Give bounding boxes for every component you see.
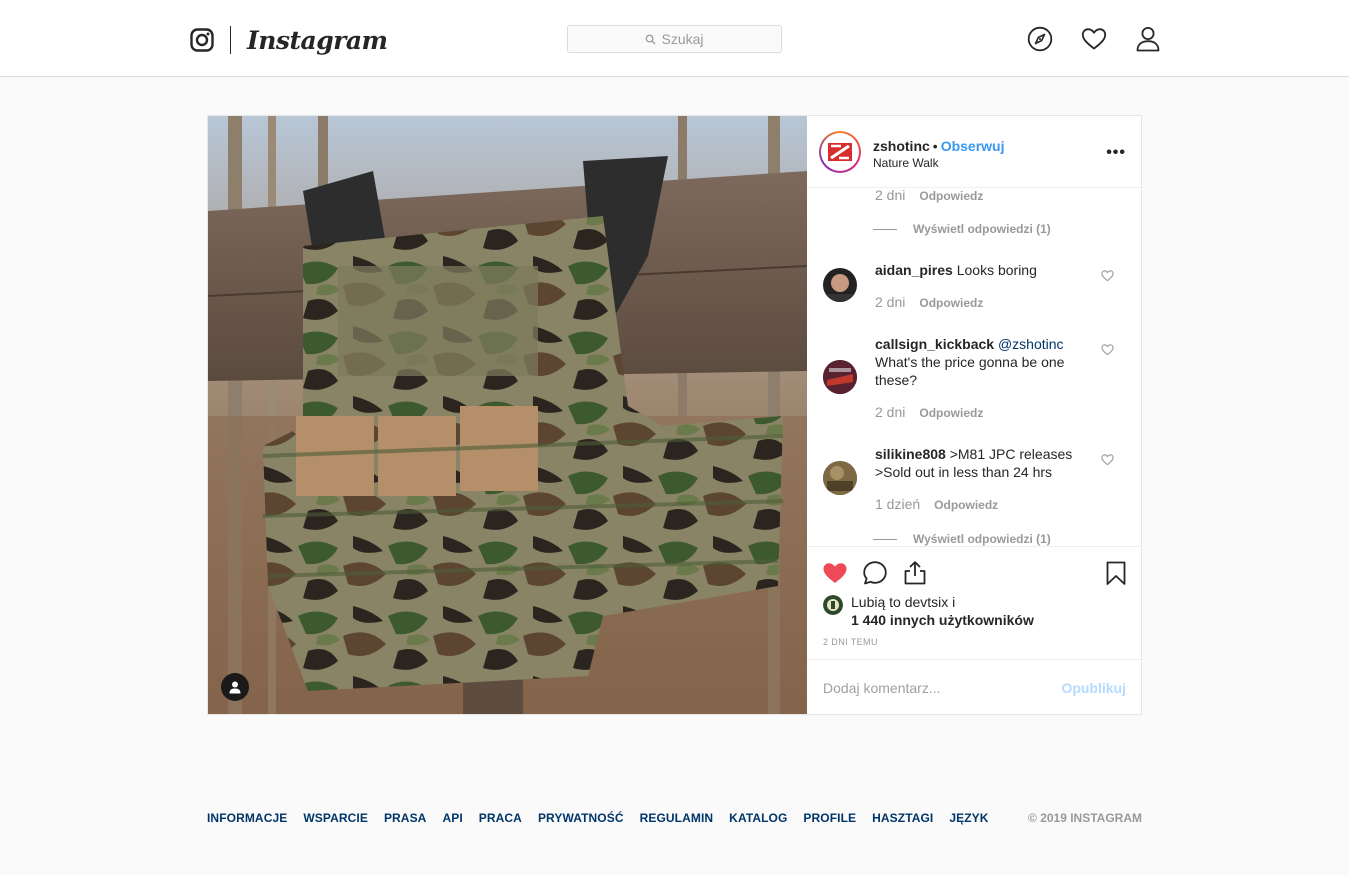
search-input[interactable]: Szukaj <box>567 25 782 53</box>
footer-link-hasztagi[interactable]: HASZTAGI <box>872 811 933 825</box>
author-avatar[interactable] <box>819 131 861 173</box>
comment-text: silikine808 >M81 JPC releases >Sold out … <box>875 445 1085 481</box>
comment-like-icon[interactable] <box>1101 343 1114 356</box>
liker-avatar[interactable] <box>823 595 843 615</box>
separator-dot: • <box>932 138 938 154</box>
user-tag-icon <box>229 681 241 693</box>
comment-time[interactable]: 2 dni <box>875 188 905 203</box>
instagram-glyph-icon[interactable] <box>190 28 214 52</box>
footer-link-jezyk[interactable]: JĘZYK <box>949 811 988 825</box>
comments-list[interactable]: 2 dni Odpowiedz Wyświetl odpowiedzi (1) a… <box>807 188 1142 546</box>
post-header: zshotinc • Obserwuj Nature Walk ••• <box>807 116 1142 188</box>
commenter-avatar[interactable] <box>823 360 857 394</box>
commenter-username[interactable]: aidan_pires <box>875 262 953 278</box>
view-replies-button[interactable]: Wyświetl odpowiedzi (1) <box>873 532 1051 546</box>
view-replies-button[interactable]: Wyświetl odpowiedzi (1) <box>873 222 1051 236</box>
comment-meta: 1 dzień Odpowiedz <box>875 496 998 512</box>
comment-meta: 2 dni Odpowiedz <box>875 404 983 420</box>
footer-link-prasa[interactable]: PRASA <box>384 811 427 825</box>
post-sidebar: zshotinc • Obserwuj Nature Walk ••• 2 dni O… <box>807 116 1142 714</box>
likes-count[interactable]: 1 440 innych użytkowników <box>851 612 1034 628</box>
publish-button[interactable]: Opublikuj <box>1061 680 1126 696</box>
commenter-username[interactable]: silikine808 <box>875 446 946 462</box>
comment-time[interactable]: 2 dni <box>875 294 905 310</box>
post-timestamp[interactable]: 2 DNI TEMU <box>823 637 878 647</box>
comment-bubble-icon[interactable] <box>862 560 888 586</box>
comment-like-icon[interactable] <box>1101 269 1114 282</box>
tagged-users-badge[interactable] <box>221 673 249 701</box>
footer-link-wsparcie[interactable]: WSPARCIE <box>303 811 368 825</box>
view-replies-label: Wyświetl odpowiedzi (1) <box>913 532 1051 546</box>
instagram-wordmark[interactable]: Instagram <box>247 26 388 55</box>
post-actions: Lubią to devtsix i 1 440 innych użytkown… <box>807 546 1142 659</box>
post-location[interactable]: Nature Walk <box>873 156 939 170</box>
footer-link-informacje[interactable]: INFORMACJE <box>207 811 287 825</box>
comment-time[interactable]: 1 dzień <box>875 496 920 512</box>
post-photo[interactable] <box>208 116 807 714</box>
replies-line <box>873 228 897 230</box>
replies-line <box>873 538 897 540</box>
commenter-avatar[interactable] <box>823 461 857 495</box>
reply-button[interactable]: Odpowiedz <box>919 296 983 310</box>
footer-link-katalog[interactable]: KATALOG <box>729 811 787 825</box>
footer-link-praca[interactable]: PRACA <box>479 811 522 825</box>
add-comment-form: Dodaj komentarz... Opublikuj <box>807 659 1142 714</box>
reply-button[interactable]: Odpowiedz <box>934 498 998 512</box>
comment-text: callsign_kickback @zshotinc What's the p… <box>875 335 1085 389</box>
zshot-logo-icon <box>828 143 852 161</box>
copyright: © 2019 INSTAGRAM <box>1028 811 1142 825</box>
follow-button[interactable]: Obserwuj <box>941 138 1005 154</box>
profile-icon[interactable] <box>1135 26 1161 52</box>
reply-button[interactable]: Odpowiedz <box>919 189 983 203</box>
search-icon <box>646 34 657 45</box>
commenter-avatar[interactable] <box>823 268 857 302</box>
author-line: zshotinc • Obserwuj <box>873 138 1004 154</box>
plate-carrier-photo <box>208 116 807 714</box>
commenter-username[interactable]: callsign_kickback <box>875 336 994 352</box>
footer-links: INFORMACJE WSPARCIE PRASA API PRACA PRYW… <box>207 811 1005 825</box>
mention-link[interactable]: @zshotinc <box>998 336 1064 352</box>
footer-link-profile[interactable]: PROFILE <box>803 811 856 825</box>
brand-divider <box>230 26 231 54</box>
activity-heart-icon[interactable] <box>1081 26 1107 52</box>
comment-body: Looks boring <box>956 262 1037 278</box>
top-navigation: Instagram Szukaj <box>0 0 1349 77</box>
like-heart-icon[interactable] <box>822 560 848 586</box>
save-bookmark-icon[interactable] <box>1103 560 1129 586</box>
brand[interactable]: Instagram <box>190 24 388 56</box>
author-username[interactable]: zshotinc <box>873 138 930 154</box>
comment-input[interactable]: Dodaj komentarz... <box>823 680 941 696</box>
comment-meta: 2 dni Odpowiedz <box>875 294 983 310</box>
more-options-button[interactable]: ••• <box>1106 144 1126 162</box>
reply-button[interactable]: Odpowiedz <box>919 406 983 420</box>
explore-icon[interactable] <box>1027 26 1053 52</box>
comment-body: What's the price gonna be one these? <box>875 354 1065 388</box>
search-placeholder: Szukaj <box>661 31 704 47</box>
footer-link-regulamin[interactable]: REGULAMIN <box>640 811 714 825</box>
likes-line-1[interactable]: Lubią to devtsix i <box>851 594 955 610</box>
footer-link-prywatnosc[interactable]: PRYWATNOŚĆ <box>538 811 624 825</box>
share-icon[interactable] <box>902 560 928 586</box>
view-replies-label: Wyświetl odpowiedzi (1) <box>913 222 1051 236</box>
comment-like-icon[interactable] <box>1101 453 1114 466</box>
comment-text: aidan_pires Looks boring <box>875 261 1085 279</box>
footer-link-api[interactable]: API <box>442 811 462 825</box>
comment-time[interactable]: 2 dni <box>875 404 905 420</box>
post-card: zshotinc • Obserwuj Nature Walk ••• 2 dni O… <box>207 115 1142 715</box>
comment-meta: 2 dni Odpowiedz <box>875 188 983 203</box>
